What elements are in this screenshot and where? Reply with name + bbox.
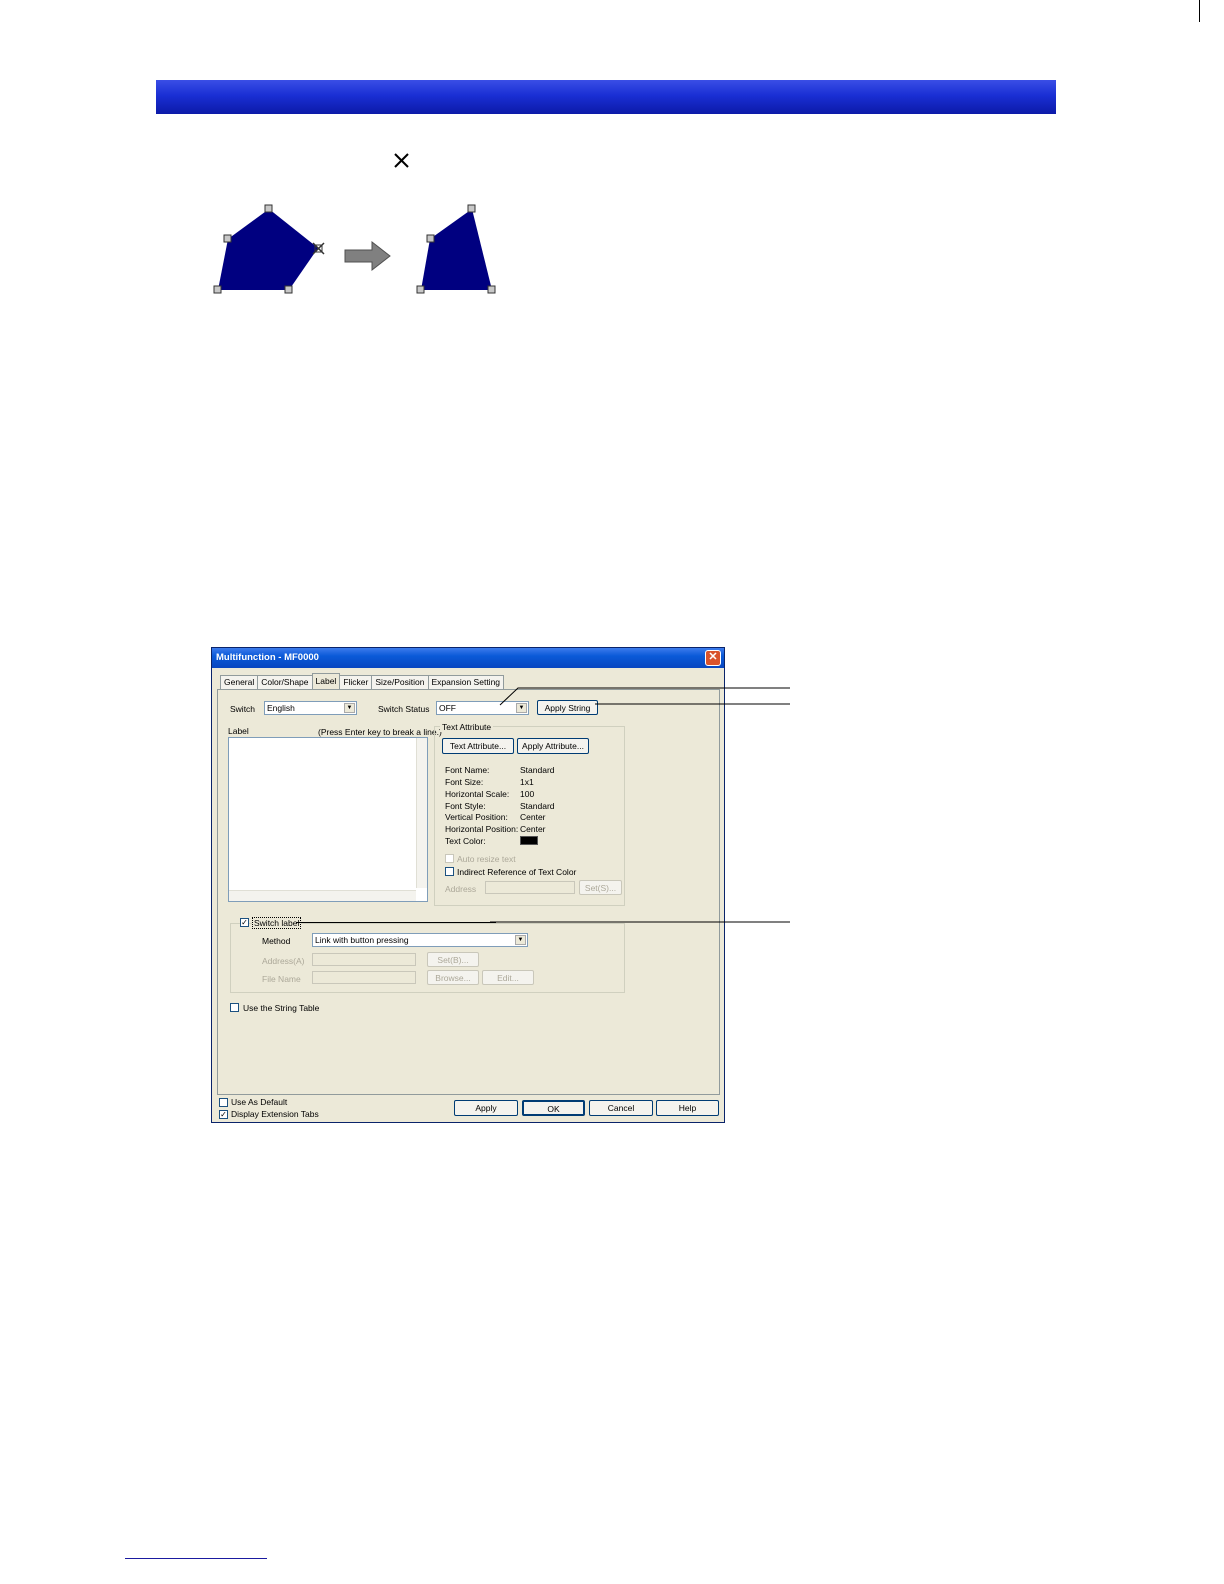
delete-cursor-icon (312, 242, 325, 255)
address-a-label: Address(A) (262, 956, 305, 966)
attr-key: Font Name: (445, 765, 490, 775)
use-as-default-checkbox[interactable] (219, 1098, 228, 1107)
close-icon[interactable]: ✕ (705, 650, 721, 666)
browse-button: Browse... (427, 970, 479, 985)
file-name-field (312, 971, 416, 984)
attr-key: Text Color: (445, 836, 486, 846)
polygon-before (218, 209, 318, 290)
switch-label-checkbox[interactable]: ✓ (240, 918, 249, 927)
switch-status-label: Switch Status (378, 704, 430, 714)
horizontal-scrollbar[interactable] (229, 890, 416, 901)
method-label: Method (262, 936, 291, 946)
section-header-bar (156, 80, 1056, 114)
polygon-figure (213, 204, 496, 294)
switch-value: English (267, 703, 295, 713)
vertex-handle (467, 204, 476, 213)
tab-strip: General Color/Shape Label Flicker Size/P… (220, 673, 505, 689)
vertex-handle (284, 285, 293, 294)
attr-key: Font Style: (445, 801, 486, 811)
tab-label[interactable]: Label (311, 673, 341, 689)
dialog-title: Multifunction - MF0000 (216, 652, 319, 663)
tab-color-shape[interactable]: Color/Shape (257, 675, 313, 689)
display-extension-tabs-checkbox[interactable]: ✓ (219, 1110, 228, 1119)
label-textarea[interactable] (228, 737, 428, 902)
vertex-handle (487, 285, 496, 294)
attr-key: Font Size: (445, 777, 484, 787)
dialog-titlebar: Multifunction - MF0000 ✕ (212, 648, 724, 668)
vertex-handle (416, 285, 425, 294)
footer-link-underline (125, 1558, 267, 1559)
apply-button[interactable]: Apply (454, 1100, 518, 1116)
switch-select[interactable]: English ▼ (264, 701, 357, 715)
right-arrow-icon (344, 240, 391, 272)
page-edge-mark (1199, 0, 1200, 22)
tab-flicker[interactable]: Flicker (339, 675, 373, 689)
vertex-handle (426, 234, 435, 243)
cancel-button[interactable]: Cancel (589, 1100, 653, 1116)
file-name-label: File Name (262, 974, 301, 984)
callout-lines (490, 687, 790, 923)
switch-status-value: OFF (439, 703, 456, 713)
tab-size-position[interactable]: Size/Position (371, 675, 429, 689)
set-b-button: Set(B)... (427, 952, 479, 967)
vertex-handle (223, 234, 232, 243)
help-button[interactable]: Help (656, 1100, 719, 1116)
switch-label: Switch (230, 704, 256, 714)
callout-line-switch-status (499, 687, 790, 706)
tab-general[interactable]: General (220, 675, 259, 689)
label-hint: (Press Enter key to break a line.) (318, 727, 442, 737)
auto-resize-checkbox (445, 854, 454, 863)
callout-line-switch-label-start (296, 922, 496, 923)
switch-label-check-text: Switch label (252, 917, 302, 929)
chevron-down-icon[interactable]: ▼ (344, 703, 355, 713)
address-label: Address (445, 884, 477, 894)
use-string-table-checkbox[interactable] (230, 1003, 239, 1012)
vertical-scrollbar[interactable] (416, 738, 427, 888)
ok-button[interactable]: OK (522, 1100, 585, 1116)
text-attribute-group-title: Text Attribute (440, 722, 494, 732)
vertex-handle (213, 285, 222, 294)
use-string-table-label: Use the String Table (243, 1003, 320, 1013)
edit-button: Edit... (482, 970, 534, 985)
polygon-after (421, 209, 492, 290)
use-as-default-label: Use As Default (231, 1097, 288, 1107)
label-heading: Label (228, 726, 249, 736)
address-a-field (312, 953, 416, 966)
indirect-reference-checkbox[interactable] (445, 867, 454, 876)
display-extension-tabs-label: Display Extension Tabs (231, 1109, 319, 1119)
x-cursor-icon (394, 153, 409, 168)
vertex-handle (264, 204, 273, 213)
method-value: Link with button pressing (315, 935, 409, 945)
